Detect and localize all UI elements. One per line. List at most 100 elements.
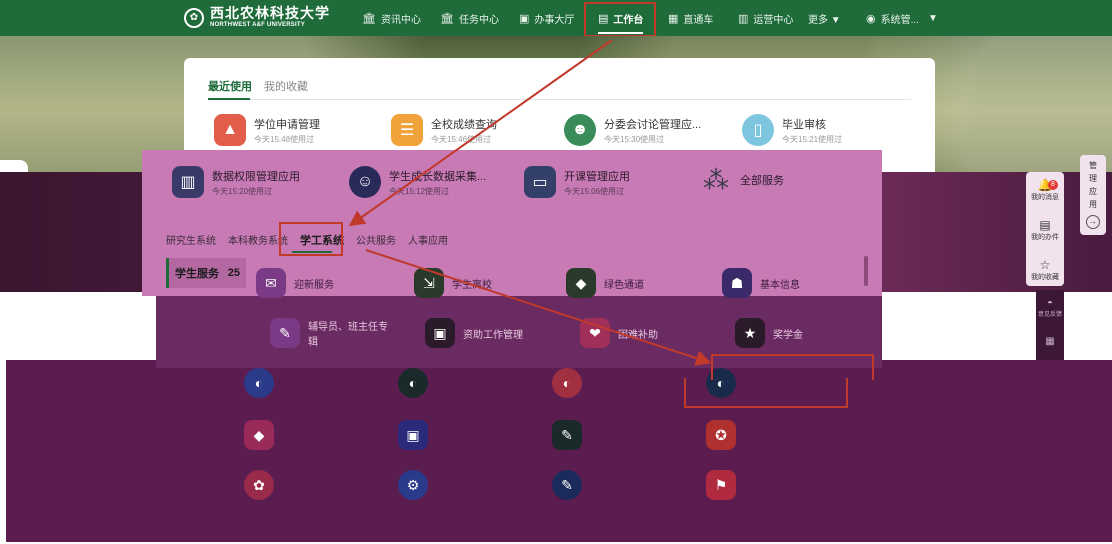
aid-icon: ▣ <box>425 318 455 348</box>
all-services-button[interactable]: ⁂ 全部服务 <box>700 164 784 196</box>
nav-operations-center[interactable]: ▥ 运营中心 <box>738 0 793 36</box>
bank-icon: 🏛 <box>362 12 376 25</box>
service-icon: ◐ <box>244 368 274 398</box>
feedback-icon: ◓ <box>1046 298 1054 309</box>
car-icon: ▦ <box>668 12 679 25</box>
bank-icon: 🏛 <box>440 12 454 25</box>
my-favorites-button[interactable]: ☆ 我的收藏 <box>1026 258 1064 282</box>
service-icon-ghost[interactable]: ◐ <box>552 368 582 398</box>
feedback-button[interactable]: ◓ 意见反馈 <box>1036 298 1064 318</box>
recent-app-graduation-audit[interactable]: ▯ 毕业审核 今天15:21使用过 <box>742 114 842 146</box>
service-icon-ghost[interactable]: ⚑ <box>706 470 736 500</box>
document-icon: ▤ <box>1039 218 1051 232</box>
tab-divider <box>208 99 911 100</box>
service-icon-ghost[interactable]: ◐ <box>244 368 274 398</box>
university-name-en: NORTHWEST A&F UNIVERSITY <box>210 22 305 28</box>
service-counselor[interactable]: ✎ 辅导员、班主任专辑 <box>270 318 388 348</box>
grid-button[interactable]: ▦ <box>1036 336 1064 347</box>
manage-apps-button[interactable]: 管理应用 → <box>1080 155 1106 235</box>
top-nav-bar: ✿ 西北农林科技大学 NORTHWEST A&F UNIVERSITY 🏛 资讯中… <box>0 0 1112 36</box>
hall-icon: ▣ <box>519 12 530 25</box>
document-icon: ▯ <box>742 114 774 146</box>
green-channel-icon: ◆ <box>566 268 596 298</box>
service-icon-ghost[interactable]: ✎ <box>552 470 582 500</box>
service-icon-ghost[interactable]: ⚙ <box>398 470 428 500</box>
monitor-icon: ▭ <box>524 166 556 198</box>
nav-news-center[interactable]: 🏛 资讯中心 <box>362 0 421 36</box>
recent-app-grades[interactable]: ☰ 全校成绩查询 今天15:46使用过 <box>391 114 497 146</box>
recent-app-course-management[interactable]: ▭ 开课管理应用 今天15:06使用过 <box>524 166 630 198</box>
my-messages-button[interactable]: 🔔 8 我的消息 <box>1026 178 1064 202</box>
service-basic-info[interactable]: ☗ 基本信息 <box>722 268 800 298</box>
subtab-active-indicator <box>292 251 332 253</box>
service-icon-ghost[interactable]: ◆ <box>244 420 274 450</box>
nav-user-menu[interactable]: ◉ 系统管... <box>866 0 919 36</box>
service-financial-aid[interactable]: ▣ 资助工作管理 <box>425 318 523 348</box>
recent-app-committee[interactable]: ☻ 分委会讨论管理应... 今天15:30使用过 <box>564 114 701 146</box>
university-logo[interactable]: ✿ 西北农林科技大学 NORTHWEST A&F UNIVERSITY <box>184 7 330 28</box>
welcome-icon: ✉ <box>256 268 286 298</box>
service-icon-ghost[interactable]: ✪ <box>706 420 736 450</box>
service-enrollment[interactable]: ✉ 迎新服务 <box>256 268 334 298</box>
service-icon-ghost[interactable]: ✎ <box>552 420 582 450</box>
chart-icon: ▥ <box>172 166 204 198</box>
star-icon: ☆ <box>1039 258 1051 272</box>
service-icon-ghost[interactable]: ◐ <box>398 368 428 398</box>
tab-recent-used[interactable]: 最近使用 <box>208 78 252 94</box>
graduate-avatar-icon: ☻ <box>564 114 596 146</box>
target-highlight-box-bottom <box>684 378 848 408</box>
subtab-public-services[interactable]: 公共服务 <box>356 232 396 248</box>
clipboard-icon: ☰ <box>391 114 423 146</box>
service-icon: ⚑ <box>706 470 736 500</box>
profile-icon: ☗ <box>722 268 752 298</box>
university-name-cn: 西北农林科技大学 <box>210 6 330 22</box>
university-seal-icon: ✿ <box>184 7 204 28</box>
service-icon: ✪ <box>706 420 736 450</box>
service-hardship-subsidy[interactable]: ❤ 困难补助 <box>580 318 658 348</box>
service-green-channel[interactable]: ◆ 绿色通道 <box>566 268 644 298</box>
subtab-graduate-system[interactable]: 研究生系统 <box>166 232 216 248</box>
nav-express[interactable]: ▦ 直通车 <box>668 0 713 36</box>
service-icon: ✎ <box>552 470 582 500</box>
service-icon: ◐ <box>398 368 428 398</box>
scrollbar[interactable] <box>864 256 868 286</box>
my-todos-button[interactable]: ▤ 我的办件 <box>1026 218 1064 242</box>
service-icon-ghost[interactable]: ▣ <box>398 420 428 450</box>
target-highlight-box-top <box>711 354 874 380</box>
student-avatar-icon: ☺ <box>349 166 381 198</box>
recent-app-growth-data[interactable]: ☺ 学生成长数据采集... 今天15:12使用过 <box>349 166 486 198</box>
user-icon: ◉ <box>866 12 876 25</box>
nav-task-center[interactable]: 🏛 任务中心 <box>440 0 499 36</box>
service-leaving[interactable]: ⇲ 学生离校 <box>414 268 492 298</box>
recent-app-degree[interactable]: ▲ 学位申请管理 今天15:48使用过 <box>214 114 320 146</box>
right-toolbar-lower: ◓ 意见反馈 ▦ <box>1036 290 1064 360</box>
service-icon: ◆ <box>244 420 274 450</box>
message-count-badge: 8 <box>1048 180 1058 190</box>
recent-app-data-permission[interactable]: ▥ 数据权限管理应用 今天15:20使用过 <box>172 166 300 198</box>
subtab-hr-apps[interactable]: 人事应用 <box>408 232 448 248</box>
ops-icon: ▥ <box>738 12 749 25</box>
nav-service-hall[interactable]: ▣ 办事大厅 <box>519 0 574 36</box>
right-toolbar: 🔔 8 我的消息 ▤ 我的办件 ☆ 我的收藏 <box>1026 172 1064 286</box>
graduation-cap-icon: ▲ <box>214 114 246 146</box>
four-circles-icon: ⁂ <box>703 164 729 195</box>
left-white-strip <box>0 160 28 172</box>
tab-my-favorites[interactable]: 我的收藏 <box>264 78 308 94</box>
service-scholarship[interactable]: ★ 奖学金 <box>735 318 803 348</box>
nav-workbench-highlight-box <box>584 2 656 37</box>
grid-icon: ▦ <box>1045 336 1055 347</box>
service-icon: ⚙ <box>398 470 428 500</box>
service-icon: ◐ <box>552 368 582 398</box>
service-icon: ✎ <box>552 420 582 450</box>
category-student-services[interactable]: 学生服务 25 <box>166 258 246 288</box>
tab-active-indicator <box>208 98 250 100</box>
service-icon: ▣ <box>398 420 428 450</box>
arrow-right-circle-icon: → <box>1086 215 1100 229</box>
service-icon: ✿ <box>244 470 274 500</box>
user-menu-caret-icon[interactable]: ▼ <box>928 0 938 36</box>
leave-icon: ⇲ <box>414 268 444 298</box>
bell-icon: 🔔 <box>1037 178 1053 192</box>
scholarship-icon: ★ <box>735 318 765 348</box>
nav-more-dropdown[interactable]: 更多 ▼ <box>808 0 841 36</box>
service-icon-ghost[interactable]: ✿ <box>244 470 274 500</box>
